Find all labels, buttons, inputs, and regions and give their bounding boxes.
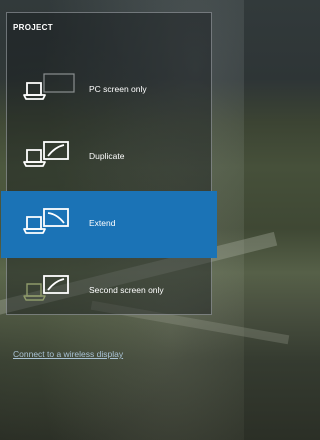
second-screen-only-icon xyxy=(23,275,69,301)
panel-title: PROJECT xyxy=(13,23,53,32)
option-pc-screen-only[interactable]: PC screen only xyxy=(7,57,211,124)
option-label: PC screen only xyxy=(89,84,147,94)
option-label: Duplicate xyxy=(89,151,125,161)
option-label: Extend xyxy=(89,218,116,228)
extend-icon xyxy=(23,208,69,234)
option-label: Second screen only xyxy=(89,285,164,295)
option-second-screen-only[interactable]: Second screen only xyxy=(7,258,211,325)
connect-wireless-display-link[interactable]: Connect to a wireless display xyxy=(13,349,123,359)
pc-screen-only-icon xyxy=(23,73,75,100)
option-extend[interactable]: Extend xyxy=(1,191,217,258)
duplicate-icon xyxy=(23,141,69,167)
project-panel: PROJECT PC screen only Duplicate Extend xyxy=(1,12,217,315)
option-duplicate[interactable]: Duplicate xyxy=(7,124,211,191)
